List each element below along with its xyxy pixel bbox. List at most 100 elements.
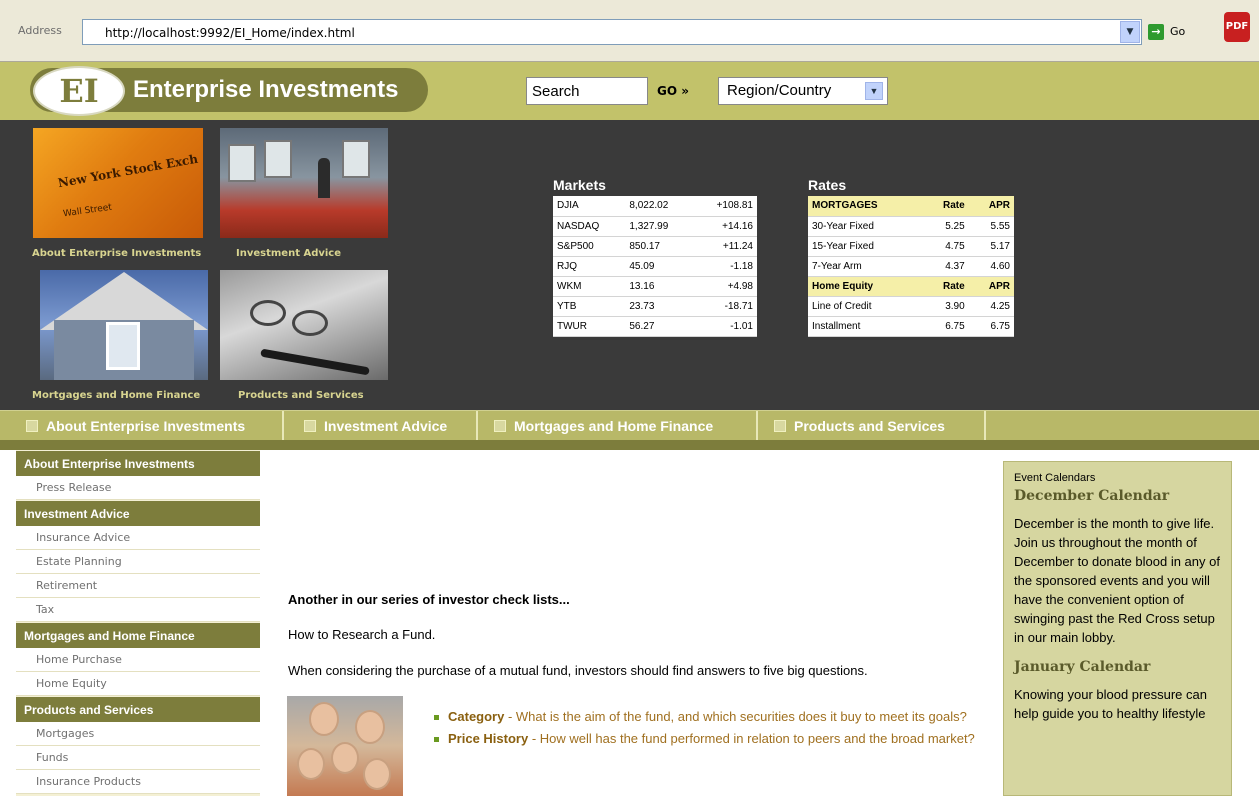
nav-square-icon: [494, 420, 506, 432]
sidebar-section-investment[interactable]: Investment Advice: [16, 500, 260, 526]
rate-label: Home Equity: [808, 276, 923, 297]
nav-item-about[interactable]: About Enterprise Investments: [18, 411, 284, 441]
rate-value: Rate: [922, 196, 969, 217]
chart-frame-decoration: [264, 140, 292, 178]
main-nav: About Enterprise Investments Investment …: [0, 410, 1259, 441]
chevron-down-icon[interactable]: ▼: [865, 82, 883, 100]
person-figure: [318, 158, 330, 198]
site-header: EI Enterprise Investments Search GO » Re…: [0, 62, 1259, 120]
sidebar-item-insurance-products[interactable]: Insurance Products: [16, 770, 260, 794]
house-image[interactable]: [40, 270, 208, 380]
rate-value: Rate: [922, 276, 969, 297]
nav-square-icon: [774, 420, 786, 432]
apr-value: APR: [968, 276, 1014, 297]
pdf-icon[interactable]: PDF: [1224, 12, 1250, 42]
sidebar-item-tax[interactable]: Tax: [16, 598, 260, 622]
face-decoration: [355, 710, 385, 744]
url-field[interactable]: http://localhost:9992/EI_Home/index.html: [82, 19, 1142, 45]
address-label: Address: [18, 24, 62, 37]
sidebar: About Enterprise Investments Press Relea…: [16, 450, 260, 796]
rate-value: 4.75: [922, 236, 969, 257]
sidebar-item-retirement[interactable]: Retirement: [16, 574, 260, 598]
sidebar-item-estate-planning[interactable]: Estate Planning: [16, 550, 260, 574]
face-decoration: [297, 748, 325, 780]
tile-caption-investment[interactable]: Investment Advice: [236, 248, 341, 259]
search-go-button[interactable]: GO »: [657, 84, 689, 98]
apr-value: 5.55: [968, 216, 1014, 237]
checklist-item: Price History - How well has the fund pe…: [430, 730, 990, 748]
market-row: DJIA 8,022.02 +108.81: [553, 196, 757, 217]
sidebar-section-mortgages[interactable]: Mortgages and Home Finance: [16, 622, 260, 648]
december-calendar-title[interactable]: December Calendar: [1014, 488, 1221, 504]
rates-header-row: Home Equity Rate APR: [808, 276, 1014, 297]
face-decoration: [363, 758, 391, 790]
sidebar-item-mortgages[interactable]: Mortgages: [16, 722, 260, 746]
sidebar-item-press-release[interactable]: Press Release: [16, 476, 260, 500]
nyse-image[interactable]: New York Stock Exch Wall Street: [33, 128, 203, 238]
market-change: +11.24: [692, 236, 757, 257]
market-symbol: DJIA: [553, 196, 626, 217]
market-row: WKM 13.16 +4.98: [553, 276, 757, 297]
rate-label: Installment: [808, 316, 923, 337]
apr-value: 4.25: [968, 296, 1014, 317]
window-decoration: [106, 322, 140, 370]
market-symbol: WKM: [553, 276, 626, 297]
glasses-decoration: [292, 310, 328, 336]
sidebar-item-funds[interactable]: Funds: [16, 746, 260, 770]
logo-text[interactable]: Enterprise Investments: [133, 76, 398, 104]
rate-label: Line of Credit: [808, 296, 923, 317]
rate-value: 6.75: [922, 316, 969, 337]
rate-value: 4.37: [922, 256, 969, 277]
sidebar-item-home-equity[interactable]: Home Equity: [16, 672, 260, 696]
checklist-item-title[interactable]: Price History: [448, 731, 528, 746]
chevron-down-icon[interactable]: ▼: [1120, 21, 1140, 43]
january-calendar-text: Knowing your blood pressure can help gui…: [1014, 687, 1207, 721]
checklist-item-title[interactable]: Category: [448, 709, 504, 724]
nav-square-icon: [26, 420, 38, 432]
browser-go-button[interactable]: → Go: [1148, 21, 1198, 43]
market-row: RJQ 45.09 -1.18: [553, 256, 757, 277]
region-select-value: Region/Country: [727, 82, 832, 99]
rate-label: 7-Year Arm: [808, 256, 923, 277]
rates-row: Installment 6.75 6.75: [808, 316, 1014, 337]
tile-caption-products[interactable]: Products and Services: [238, 390, 364, 401]
tile-caption-about[interactable]: About Enterprise Investments: [32, 248, 201, 259]
glasses-decoration: [250, 300, 286, 326]
sidebar-item-insurance-advice[interactable]: Insurance Advice: [16, 526, 260, 550]
rates-row: 30-Year Fixed 5.25 5.55: [808, 216, 1014, 237]
market-change: +4.98: [692, 276, 757, 297]
face-decoration: [331, 742, 359, 774]
december-calendar-text: December is the month to give life. Join…: [1014, 516, 1220, 645]
rate-value: 5.25: [922, 216, 969, 237]
rate-value: 3.90: [922, 296, 969, 317]
logo-icon[interactable]: EI: [33, 66, 125, 116]
rates-row: Line of Credit 3.90 4.25: [808, 296, 1014, 317]
nav-square-icon: [304, 420, 316, 432]
january-calendar-title[interactable]: January Calendar: [1014, 659, 1221, 675]
nav-item-mortgages[interactable]: Mortgages and Home Finance: [486, 411, 758, 441]
bullet-icon: [434, 715, 439, 720]
nav-divider: [0, 440, 1259, 450]
chart-frame-decoration: [342, 140, 370, 178]
checklist-item-text: - How well has the fund performed in rel…: [528, 731, 975, 746]
market-symbol: TWUR: [553, 316, 626, 337]
sidebar-item-home-purchase[interactable]: Home Purchase: [16, 648, 260, 672]
checklist-item-text: - What is the aim of the fund, and which…: [504, 709, 967, 724]
market-symbol: S&P500: [553, 236, 626, 257]
region-select[interactable]: Region/Country ▼: [718, 77, 888, 105]
nyse-sign-decoration: New York Stock Exch: [56, 151, 199, 191]
chart-frame-decoration: [228, 144, 256, 182]
sidebar-section-products[interactable]: Products and Services: [16, 696, 260, 722]
nav-item-label: About Enterprise Investments: [46, 418, 246, 434]
article-subheading: How to Research a Fund.: [288, 627, 436, 642]
nav-item-products[interactable]: Products and Services: [766, 411, 986, 441]
tile-caption-mortgages[interactable]: Mortgages and Home Finance: [32, 390, 200, 401]
apr-value: 4.60: [968, 256, 1014, 277]
market-value: 1,327.99: [625, 216, 693, 237]
sidebar-section-about[interactable]: About Enterprise Investments: [16, 450, 260, 476]
investment-advice-image[interactable]: [220, 128, 388, 238]
market-row: TWUR 56.27 -1.01: [553, 316, 757, 337]
search-input[interactable]: Search: [526, 77, 648, 105]
nav-item-investment[interactable]: Investment Advice: [296, 411, 478, 441]
products-image[interactable]: [220, 270, 388, 380]
